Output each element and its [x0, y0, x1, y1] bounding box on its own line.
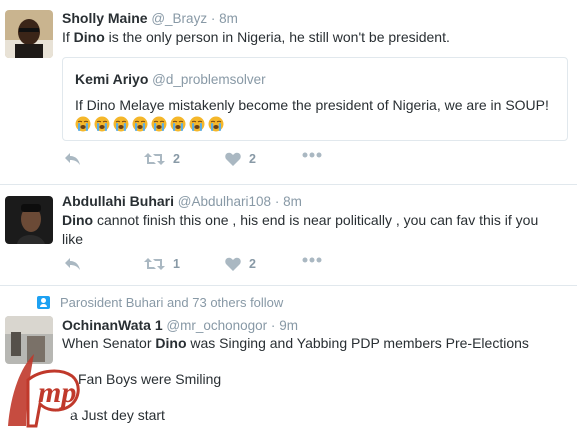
highlight-term: Dino — [73, 29, 105, 45]
loudly-crying-face-icon — [132, 116, 148, 132]
loudly-crying-face-icon — [189, 116, 205, 132]
follow-context-text: Parosident Buhari and 73 others follow — [60, 295, 284, 310]
avatar[interactable] — [5, 10, 53, 58]
tweet-actions: 1 2 — [62, 257, 362, 277]
text-part: cannot finish this one , his end is near… — [62, 212, 539, 247]
timestamp[interactable]: 8m — [219, 11, 238, 26]
text-part: If — [62, 29, 74, 45]
reply-icon — [65, 258, 80, 270]
loudly-crying-face-icon — [113, 116, 129, 132]
reply-button[interactable] — [64, 152, 81, 166]
reply-icon — [65, 153, 80, 165]
heart-icon — [225, 257, 241, 271]
follow-context[interactable]: Parosident Buhari and 73 others follow — [37, 295, 283, 310]
reply-button[interactable] — [64, 257, 81, 271]
loudly-crying-face-icon — [94, 116, 110, 132]
quote-header: Kemi Ariyo @d_problemsolver — [75, 71, 266, 87]
watermark-text: mp — [38, 376, 76, 409]
tweet-text: If Dino is the only person in Nigeria, h… — [62, 28, 562, 47]
text-part: is the only person in Nigeria, he still … — [104, 29, 450, 45]
avatar[interactable] — [5, 196, 53, 244]
retweet-icon — [144, 153, 165, 165]
tweet-header: OchinanWata 1 @mr_ochonogor · 9m — [62, 317, 298, 333]
retweet-button[interactable]: 1 — [144, 257, 180, 271]
quote-text: If Dino Melaye mistakenly become the pre… — [75, 97, 549, 113]
loudly-crying-face-icon — [151, 116, 167, 132]
like-button[interactable]: 2 — [225, 152, 256, 166]
author-name[interactable]: Sholly Maine — [62, 10, 148, 26]
retweet-count: 2 — [173, 152, 180, 166]
tweet-text-line: a Just dey start — [70, 407, 165, 423]
highlight-term: Dino — [155, 335, 187, 351]
more-icon — [302, 152, 322, 158]
tweet-header: Sholly Maine @_Brayz · 8m — [62, 10, 238, 26]
highlight-term: Dino — [62, 212, 94, 228]
more-button[interactable] — [302, 257, 322, 263]
watermark-logo: mp media — [0, 340, 100, 428]
separator: · — [270, 318, 276, 333]
timestamp[interactable]: 8m — [283, 194, 302, 209]
more-button[interactable] — [302, 152, 322, 158]
like-count: 2 — [249, 257, 256, 271]
author-name[interactable]: Abdullahi Buhari — [62, 193, 174, 209]
retweet-button[interactable]: 2 — [144, 152, 180, 166]
timestamp[interactable]: 9m — [279, 318, 298, 333]
heart-icon — [225, 152, 241, 166]
text-part: was Singing and Yabbing PDP members Pre-… — [186, 335, 529, 351]
quote-author-name: Kemi Ariyo — [75, 71, 149, 87]
emoji-row — [75, 115, 227, 133]
tweet-text: Dino cannot finish this one , his end is… — [62, 211, 562, 249]
retweet-count: 1 — [173, 257, 180, 271]
separator: · — [274, 194, 280, 209]
author-handle[interactable]: @mr_ochonogor — [166, 318, 267, 333]
tweet-text-line: When Senator Dino was Singing and Yabbin… — [62, 334, 562, 353]
tweet-text-line: Fan Boys were Smiling — [78, 371, 222, 387]
author-handle[interactable]: @Abdulhari108 — [178, 194, 271, 209]
separator: · — [210, 11, 216, 26]
loudly-crying-face-icon — [208, 116, 224, 132]
person-icon — [37, 296, 50, 309]
author-handle[interactable]: @_Brayz — [151, 11, 207, 26]
like-button[interactable]: 2 — [225, 257, 256, 271]
retweet-icon — [144, 258, 165, 270]
quote-author-handle: @d_problemsolver — [152, 72, 266, 87]
tweet[interactable]: Sholly Maine @_Brayz · 8m If Dino is the… — [0, 0, 577, 185]
more-icon — [302, 257, 322, 263]
tweet-actions: 2 2 — [62, 152, 362, 172]
like-count: 2 — [249, 152, 256, 166]
quoted-tweet[interactable]: Kemi Ariyo @d_problemsolver If Dino Mela… — [62, 57, 568, 141]
tweet-header: Abdullahi Buhari @Abdulhari108 · 8m — [62, 193, 302, 209]
loudly-crying-face-icon — [170, 116, 186, 132]
loudly-crying-face-icon — [75, 116, 91, 132]
watermark-subtext: media — [52, 409, 74, 418]
author-name[interactable]: OchinanWata 1 — [62, 317, 163, 333]
